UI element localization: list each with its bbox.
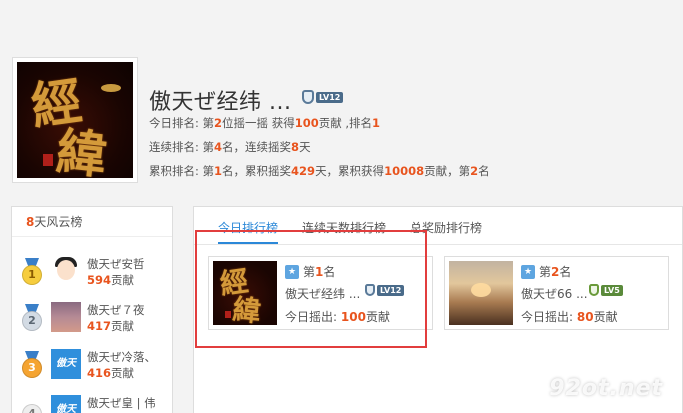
today-shake-value: 今日摇出: 80贡献 — [521, 310, 618, 324]
user-avatar[interactable] — [449, 261, 513, 325]
bronze-medal-icon: 3 — [20, 351, 44, 379]
user-avatar[interactable]: 傲天 — [51, 395, 81, 413]
gold-medal-icon: 1 — [20, 258, 44, 286]
user-score: 594贡献 — [87, 273, 135, 287]
avatar-seal — [43, 154, 53, 166]
streak-rank-line: 连续排名: 第4名，连续摇奖8天 — [149, 140, 311, 154]
user-name[interactable]: 傲天ぜ７夜 — [87, 302, 145, 318]
card-rank: ★ 第2名 — [521, 263, 571, 280]
user-avatar[interactable]: 傲天 — [51, 349, 81, 379]
level-badge: LV12 — [302, 90, 344, 104]
avatar-ornament — [101, 84, 121, 92]
eight-day-leaderboard: 8天风云榜 1 傲天ぜ安哲 594贡献 2 傲天ぜ７夜 417贡献 3 傲天 傲… — [11, 206, 173, 413]
level-shield-icon — [302, 90, 314, 104]
leaderboard-item[interactable]: 3 傲天 傲天ぜ冷落、 416贡献 — [20, 345, 170, 383]
profile-name[interactable]: 傲天ぜ经纬 ... — [149, 84, 291, 116]
user-name[interactable]: 傲天ぜ66 ... — [521, 285, 588, 302]
watermark: 92ot.net — [549, 376, 663, 401]
leaderboard-item[interactable]: 2 傲天ぜ７夜 417贡献 — [20, 298, 170, 336]
user-avatar[interactable] — [51, 302, 81, 332]
leaderboard-item[interactable]: 1 傲天ぜ安哲 594贡献 — [20, 252, 170, 290]
today-rank-line: 今日排名: 第2位摇一摇 获得100贡献 ,排名1 — [149, 116, 381, 130]
avatar-calligraphy-2: 緯 — [53, 121, 110, 178]
user-score: 416贡献 — [87, 366, 135, 380]
leaderboard-title: 8天风云榜 — [12, 207, 172, 237]
user-name[interactable]: 傲天ぜ皇 | 伟 — [87, 395, 156, 411]
user-avatar[interactable] — [51, 256, 81, 286]
highlight-annotation — [195, 230, 427, 348]
total-rank-line: 累积排名: 第1名，累积摇奖429天，累积获得10008贡献，第2名 — [149, 164, 490, 178]
level-sprout-icon — [589, 284, 599, 296]
user-name[interactable]: 傲天ぜ安哲 — [87, 256, 145, 272]
leaderboard-item[interactable]: 4 傲天 傲天ぜ皇 | 伟 — [20, 391, 170, 413]
level-badge: LV5 — [589, 284, 623, 296]
avatar-image: 經 緯 — [17, 62, 133, 178]
ranking-card[interactable]: ★ 第2名 傲天ぜ66 ... LV5 今日摇出: 80贡献 — [444, 256, 669, 330]
star-badge-icon: ★ — [521, 264, 535, 279]
level-text: LV12 — [316, 91, 344, 103]
profile-avatar[interactable]: 經 緯 — [12, 57, 138, 183]
user-score: 417贡献 — [87, 319, 135, 333]
user-name[interactable]: 傲天ぜ冷落、 — [87, 349, 156, 365]
silver-medal-icon: 2 — [20, 304, 44, 332]
rank-badge-icon: 4 — [20, 397, 44, 413]
